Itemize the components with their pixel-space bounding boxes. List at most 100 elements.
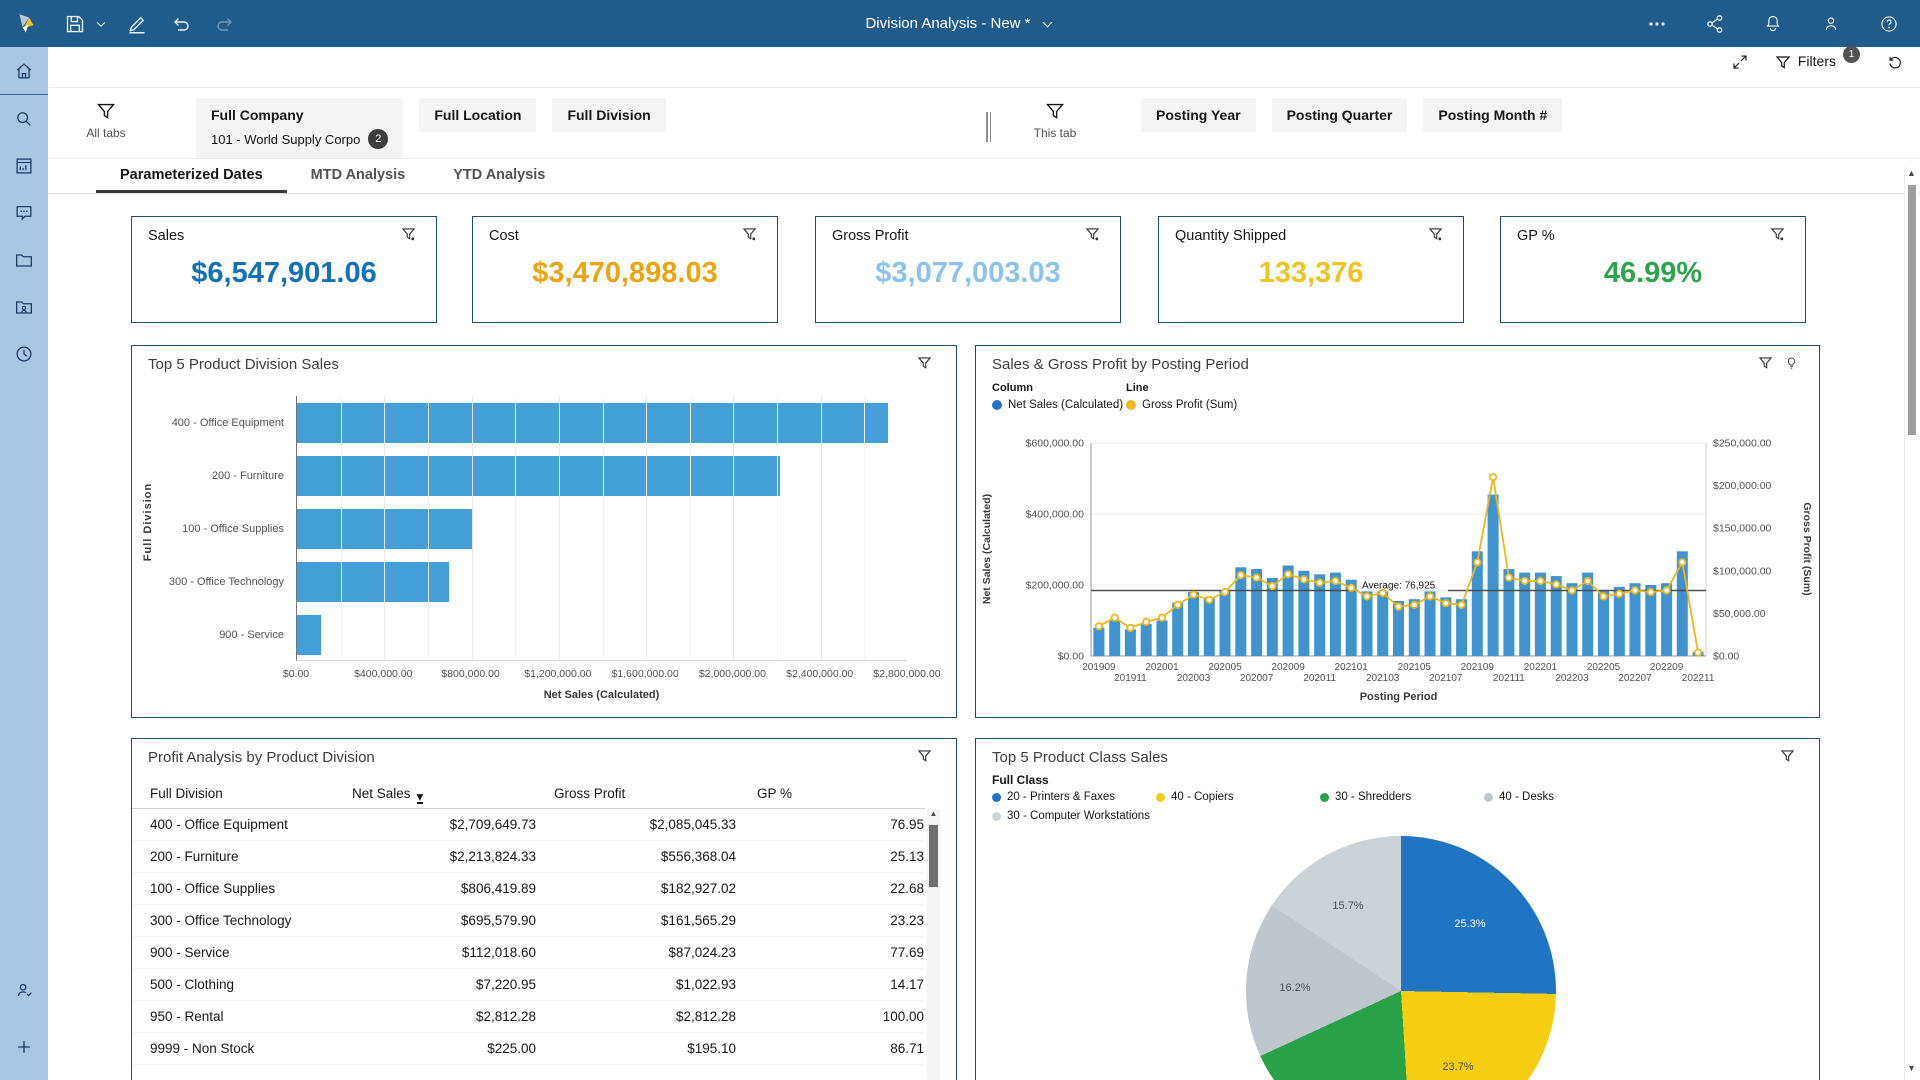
net-sales-column[interactable] — [1534, 572, 1546, 656]
filter-chip-full-location[interactable]: Full Location — [419, 98, 537, 132]
net-sales-column[interactable] — [1124, 629, 1136, 656]
scroll-down-button[interactable]: ▼ — [1905, 1063, 1918, 1079]
share-button[interactable] — [1698, 7, 1732, 41]
pie-legend-item[interactable]: 40 - Desks — [1484, 791, 1554, 803]
gross-profit-marker[interactable] — [1331, 576, 1340, 586]
gross-profit-marker[interactable] — [1142, 617, 1151, 626]
report-title-menu[interactable]: Division Analysis - New * — [865, 0, 1054, 47]
panel-filter-button[interactable] — [1780, 749, 1795, 769]
help-button[interactable] — [1872, 7, 1906, 41]
filter-chip-posting-month[interactable]: Posting Month # — [1423, 98, 1563, 132]
net-sales-column[interactable] — [1203, 597, 1215, 656]
gross-profit-marker[interactable] — [1236, 571, 1245, 580]
notifications-button[interactable] — [1756, 7, 1790, 41]
redo-button[interactable] — [208, 7, 242, 41]
column-header[interactable]: GP % — [757, 786, 792, 801]
net-sales-column[interactable] — [1329, 572, 1341, 656]
this-tab-filter-button[interactable]: This tab — [1023, 98, 1087, 140]
filter-chip-posting-quarter[interactable]: Posting Quarter — [1271, 98, 1408, 132]
gross-profit-marker[interactable] — [1347, 583, 1356, 592]
net-sales-column[interactable] — [1188, 592, 1199, 656]
kpi-filter-button[interactable] — [742, 227, 757, 247]
gross-profit-marker[interactable] — [1205, 595, 1214, 604]
gross-profit-marker[interactable] — [1552, 580, 1561, 589]
gross-profit-marker[interactable] — [1599, 592, 1608, 601]
gross-profit-marker[interactable] — [1662, 586, 1671, 595]
gross-profit-marker[interactable] — [1378, 588, 1387, 598]
scrollbar-thumb[interactable] — [1908, 185, 1916, 435]
sidebar-item-manage-access[interactable] — [0, 966, 48, 1013]
filter-chip-full-company[interactable]: Full Company 101 - World Supply Corpo 2 — [196, 98, 404, 158]
gross-profit-marker[interactable] — [1189, 590, 1198, 599]
save-button[interactable] — [58, 7, 92, 41]
gross-profit-marker[interactable] — [1646, 588, 1655, 597]
all-tabs-filter-button[interactable]: All tabs — [74, 98, 138, 140]
net-sales-column[interactable] — [1487, 494, 1499, 657]
overflow-menu-button[interactable] — [1640, 7, 1674, 41]
sidebar-item-reports[interactable] — [0, 142, 48, 189]
table-row[interactable]: 500 - Clothing $7,220.95 $1,022.93 14.17 — [132, 969, 925, 1001]
table-row[interactable]: 300 - Office Technology $695,579.90 $161,5… — [132, 905, 925, 937]
scroll-up-button[interactable]: ▲ — [1905, 168, 1918, 184]
panel-filter-button[interactable] — [1758, 356, 1773, 376]
tab-ytd-analysis[interactable]: YTD Analysis — [429, 159, 569, 193]
scroll-up-button[interactable]: ▲ — [927, 809, 940, 823]
gross-profit-marker[interactable] — [1173, 600, 1182, 609]
net-sales-column[interactable] — [1109, 620, 1121, 657]
gross-profit-marker[interactable] — [1094, 622, 1104, 631]
division-sales-bar[interactable] — [297, 561, 449, 602]
gross-profit-marker[interactable] — [1567, 586, 1577, 595]
net-sales-column[interactable] — [1298, 570, 1310, 656]
insights-button[interactable] — [1784, 356, 1799, 376]
legend-item-net-sales[interactable]: Net Sales (Calculated) — [992, 399, 1123, 411]
table-row[interactable]: 900 - Service $112,018.60 $87,024.23 77.69 — [132, 937, 925, 969]
sidebar-item-recent[interactable] — [0, 330, 48, 377]
sidebar-item-assistant[interactable] — [0, 189, 48, 236]
gross-profit-marker[interactable] — [1473, 558, 1482, 567]
filters-button[interactable]: Filters 1 — [1775, 46, 1860, 71]
gross-profit-marker[interactable] — [1410, 600, 1419, 609]
filter-chip-full-division[interactable]: Full Division — [552, 98, 666, 132]
account-button[interactable] — [1814, 7, 1848, 41]
net-sales-column[interactable] — [1219, 590, 1231, 656]
division-sales-bar[interactable] — [297, 402, 889, 443]
gross-profit-marker[interactable] — [1110, 613, 1119, 622]
sidebar-item-new[interactable] — [0, 1023, 48, 1070]
gross-profit-marker[interactable] — [1520, 576, 1529, 586]
net-sales-column[interactable] — [1093, 627, 1105, 656]
kpi-filter-button[interactable] — [1428, 227, 1443, 247]
kpi-filter-button[interactable] — [1085, 227, 1100, 247]
division-sales-bar[interactable] — [297, 614, 322, 655]
gross-profit-marker[interactable] — [1157, 613, 1167, 622]
table-row[interactable]: 950 - Rental $2,812.28 $2,812.28 100.00 — [132, 1001, 925, 1033]
gross-profit-marker[interactable] — [1362, 592, 1372, 601]
app-logo[interactable] — [8, 4, 48, 44]
gross-profit-marker[interactable] — [1126, 623, 1135, 632]
gross-profit-marker[interactable] — [1252, 573, 1261, 582]
gross-profit-marker[interactable] — [1488, 472, 1498, 482]
gross-profit-marker[interactable] — [1504, 573, 1514, 582]
table-row[interactable]: 200 - Furniture $2,213,824.33 $556,368.04 2… — [132, 841, 925, 873]
division-sales-bar[interactable] — [297, 455, 781, 496]
sidebar-item-shared-content[interactable] — [0, 283, 48, 330]
table-row[interactable]: 9999 - Non Stock $225.00 $195.10 86.71 — [132, 1033, 925, 1065]
gross-profit-marker[interactable] — [1693, 648, 1703, 657]
expand-button[interactable] — [1731, 53, 1749, 71]
gross-profit-marker[interactable] — [1283, 570, 1293, 579]
net-sales-column[interactable] — [1519, 572, 1531, 656]
sidebar-item-search[interactable] — [0, 95, 48, 142]
sidebar-item-home[interactable] — [0, 47, 48, 94]
gross-profit-marker[interactable] — [1457, 600, 1466, 609]
table-row[interactable]: 100 - Office Supplies $806,419.89 $182,927… — [132, 873, 925, 905]
filter-chip-posting-year[interactable]: Posting Year — [1141, 98, 1256, 132]
gross-profit-marker[interactable] — [1536, 576, 1545, 586]
pie-chart[interactable] — [1246, 836, 1556, 1080]
kpi-filter-button[interactable] — [1770, 227, 1785, 247]
column-header[interactable]: Full Division — [150, 786, 223, 801]
gross-profit-marker[interactable] — [1425, 592, 1435, 601]
gross-profit-marker[interactable] — [1220, 588, 1230, 597]
sidebar-item-content[interactable] — [0, 236, 48, 283]
pie-legend-item[interactable]: 20 - Printers & Faxes — [992, 791, 1115, 803]
undo-button[interactable] — [164, 7, 198, 41]
tab-parameterized-dates[interactable]: Parameterized Dates — [96, 159, 287, 193]
